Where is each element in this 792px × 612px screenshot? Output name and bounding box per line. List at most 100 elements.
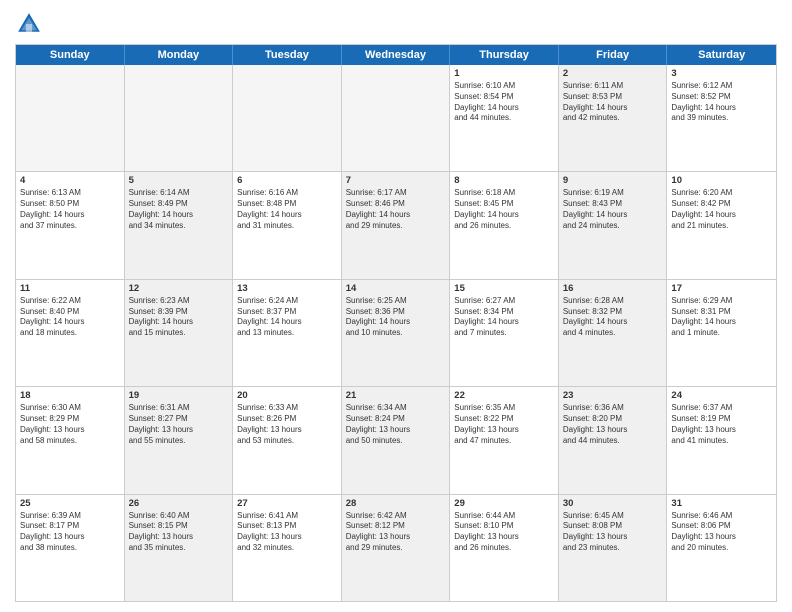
cal-cell-14: 14Sunrise: 6:25 AM Sunset: 8:36 PM Dayli… [342,280,451,386]
cell-info: Sunrise: 6:14 AM Sunset: 8:49 PM Dayligh… [129,188,229,231]
cell-info: Sunrise: 6:29 AM Sunset: 8:31 PM Dayligh… [671,296,772,339]
cal-cell-18: 18 Sunrise: 6:30 AM Sunset: 8:29 PM Dayli… [16,387,125,493]
cell-info: Sunrise: 6:25 AM Sunset: 8:36 PM Dayligh… [346,296,446,339]
day-number: 21 [346,390,446,401]
cal-week-0: 1 Sunrise: 6:10 AM Sunset: 8:54 PM Daylig… [16,65,776,172]
cell-info: Sunrise: 6:28 AM Sunset: 8:32 PM Dayligh… [563,296,663,339]
cal-cell-13: 13 Sunrise: 6:24 AM Sunset: 8:37 PM Dayli… [233,280,342,386]
cal-cell-15: 15 Sunrise: 6:27 AM Sunset: 8:34 PM Dayli… [450,280,559,386]
day-number: 9 [563,175,663,186]
day-number: 24 [671,390,772,401]
cell-info: Sunrise: 6:19 AM Sunset: 8:43 PM Dayligh… [563,188,663,231]
cal-cell-7: 7 Sunrise: 6:17 AM Sunset: 8:46 PM Daylig… [342,172,451,278]
day-number: 13 [237,283,337,294]
cal-cell-6: 6Sunrise: 6:16 AM Sunset: 8:48 PM Daylig… [233,172,342,278]
cal-cell-empty-0 [16,65,125,171]
day-number: 31 [671,498,772,509]
cal-cell-27: 27 Sunrise: 6:41 AM Sunset: 8:13 PM Dayli… [233,495,342,601]
cal-header-tuesday: Tuesday [233,45,342,65]
cal-cell-11: 11 Sunrise: 6:22 AM Sunset: 8:40 PM Dayli… [16,280,125,386]
day-number: 8 [454,175,554,186]
cell-info: Sunrise: 6:18 AM Sunset: 8:45 PM Dayligh… [454,188,554,231]
day-number: 1 [454,68,554,79]
cal-header-saturday: Saturday [667,45,776,65]
cell-info: Sunrise: 6:24 AM Sunset: 8:37 PM Dayligh… [237,296,337,339]
day-number: 28 [346,498,446,509]
cal-cell-19: 19 Sunrise: 6:31 AM Sunset: 8:27 PM Dayli… [125,387,234,493]
calendar-body: 1 Sunrise: 6:10 AM Sunset: 8:54 PM Daylig… [16,65,776,601]
cal-cell-5: 5 Sunrise: 6:14 AM Sunset: 8:49 PM Daylig… [125,172,234,278]
day-number: 7 [346,175,446,186]
calendar: SundayMondayTuesdayWednesdayThursdayFrid… [15,44,777,602]
cal-cell-10: 10Sunrise: 6:20 AM Sunset: 8:42 PM Dayli… [667,172,776,278]
day-number: 18 [20,390,120,401]
day-number: 25 [20,498,120,509]
cal-header-wednesday: Wednesday [342,45,451,65]
cal-header-sunday: Sunday [16,45,125,65]
cell-info: Sunrise: 6:23 AM Sunset: 8:39 PM Dayligh… [129,296,229,339]
day-number: 30 [563,498,663,509]
cell-info: Sunrise: 6:41 AM Sunset: 8:13 PM Dayligh… [237,511,337,554]
day-number: 11 [20,283,120,294]
cell-info: Sunrise: 6:31 AM Sunset: 8:27 PM Dayligh… [129,403,229,446]
logo [15,10,47,38]
cal-cell-8: 8 Sunrise: 6:18 AM Sunset: 8:45 PM Daylig… [450,172,559,278]
cal-cell-25: 25 Sunrise: 6:39 AM Sunset: 8:17 PM Dayli… [16,495,125,601]
cal-header-thursday: Thursday [450,45,559,65]
cell-info: Sunrise: 6:42 AM Sunset: 8:12 PM Dayligh… [346,511,446,554]
cell-info: Sunrise: 6:33 AM Sunset: 8:26 PM Dayligh… [237,403,337,446]
cal-cell-empty-2 [233,65,342,171]
cal-cell-17: 17Sunrise: 6:29 AM Sunset: 8:31 PM Dayli… [667,280,776,386]
cell-info: Sunrise: 6:12 AM Sunset: 8:52 PM Dayligh… [671,81,772,124]
cal-cell-24: 24 Sunrise: 6:37 AM Sunset: 8:19 PM Dayli… [667,387,776,493]
cell-info: Sunrise: 6:17 AM Sunset: 8:46 PM Dayligh… [346,188,446,231]
cell-info: Sunrise: 6:30 AM Sunset: 8:29 PM Dayligh… [20,403,120,446]
day-number: 29 [454,498,554,509]
cell-info: Sunrise: 6:39 AM Sunset: 8:17 PM Dayligh… [20,511,120,554]
cell-info: Sunrise: 6:34 AM Sunset: 8:24 PM Dayligh… [346,403,446,446]
day-number: 19 [129,390,229,401]
cal-cell-empty-1 [125,65,234,171]
cell-info: Sunrise: 6:37 AM Sunset: 8:19 PM Dayligh… [671,403,772,446]
day-number: 15 [454,283,554,294]
cal-cell-28: 28 Sunrise: 6:42 AM Sunset: 8:12 PM Dayli… [342,495,451,601]
cell-info: Sunrise: 6:10 AM Sunset: 8:54 PM Dayligh… [454,81,554,124]
cal-cell-16: 16Sunrise: 6:28 AM Sunset: 8:32 PM Dayli… [559,280,668,386]
day-number: 4 [20,175,120,186]
day-number: 27 [237,498,337,509]
cal-header-friday: Friday [559,45,668,65]
cal-cell-empty-3 [342,65,451,171]
cal-week-4: 25 Sunrise: 6:39 AM Sunset: 8:17 PM Dayli… [16,495,776,601]
cal-cell-4: 4 Sunrise: 6:13 AM Sunset: 8:50 PM Daylig… [16,172,125,278]
cell-info: Sunrise: 6:40 AM Sunset: 8:15 PM Dayligh… [129,511,229,554]
cal-cell-22: 22 Sunrise: 6:35 AM Sunset: 8:22 PM Dayli… [450,387,559,493]
calendar-header-row: SundayMondayTuesdayWednesdayThursdayFrid… [16,45,776,65]
header [15,10,777,38]
cell-info: Sunrise: 6:45 AM Sunset: 8:08 PM Dayligh… [563,511,663,554]
day-number: 5 [129,175,229,186]
cal-header-monday: Monday [125,45,234,65]
cell-info: Sunrise: 6:13 AM Sunset: 8:50 PM Dayligh… [20,188,120,231]
day-number: 22 [454,390,554,401]
cal-week-3: 18 Sunrise: 6:30 AM Sunset: 8:29 PM Dayli… [16,387,776,494]
logo-icon [15,10,43,38]
cal-cell-23: 23Sunrise: 6:36 AM Sunset: 8:20 PM Dayli… [559,387,668,493]
cell-info: Sunrise: 6:35 AM Sunset: 8:22 PM Dayligh… [454,403,554,446]
cell-info: Sunrise: 6:11 AM Sunset: 8:53 PM Dayligh… [563,81,663,124]
cal-cell-12: 12 Sunrise: 6:23 AM Sunset: 8:39 PM Dayli… [125,280,234,386]
day-number: 23 [563,390,663,401]
cal-cell-3: 3Sunrise: 6:12 AM Sunset: 8:52 PM Daylig… [667,65,776,171]
day-number: 20 [237,390,337,401]
cal-cell-2: 2 Sunrise: 6:11 AM Sunset: 8:53 PM Daylig… [559,65,668,171]
cal-cell-20: 20 Sunrise: 6:33 AM Sunset: 8:26 PM Dayli… [233,387,342,493]
cell-info: Sunrise: 6:22 AM Sunset: 8:40 PM Dayligh… [20,296,120,339]
day-number: 2 [563,68,663,79]
cal-cell-9: 9 Sunrise: 6:19 AM Sunset: 8:43 PM Daylig… [559,172,668,278]
day-number: 10 [671,175,772,186]
day-number: 12 [129,283,229,294]
cell-info: Sunrise: 6:27 AM Sunset: 8:34 PM Dayligh… [454,296,554,339]
day-number: 26 [129,498,229,509]
cal-cell-29: 29Sunrise: 6:44 AM Sunset: 8:10 PM Dayli… [450,495,559,601]
cal-cell-21: 21 Sunrise: 6:34 AM Sunset: 8:24 PM Dayli… [342,387,451,493]
cal-cell-30: 30 Sunrise: 6:45 AM Sunset: 8:08 PM Dayli… [559,495,668,601]
